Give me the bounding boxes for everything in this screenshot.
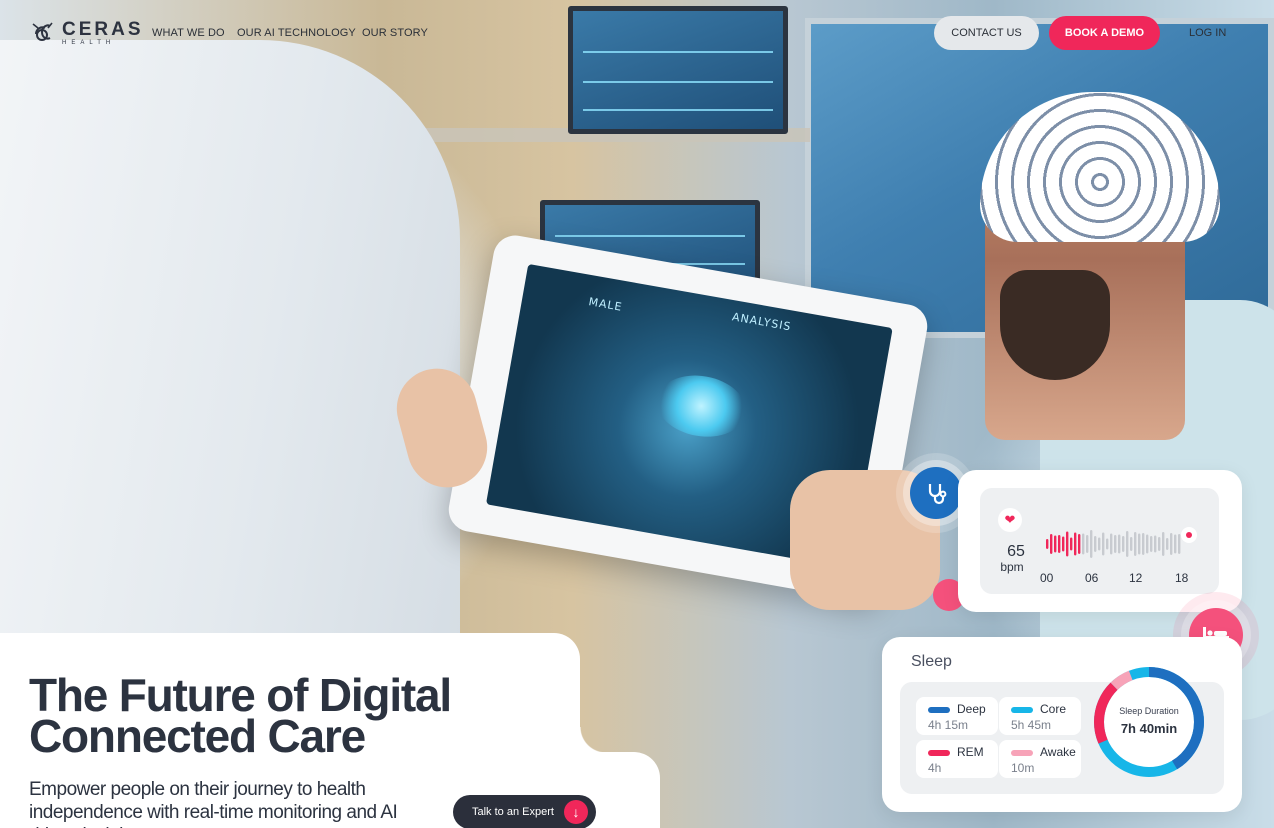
hr-tick-label: 06 xyxy=(1085,571,1099,585)
login-link[interactable]: LOG IN xyxy=(1189,27,1226,39)
current-reading-dot xyxy=(1181,527,1197,543)
book-demo-button[interactable]: BOOK A DEMO xyxy=(1049,16,1160,50)
hr-tick-label: 00 xyxy=(1040,571,1054,585)
sleep-stage-deep: Deep 4h 15m xyxy=(916,697,998,735)
hr-bar xyxy=(1126,531,1129,557)
stage-name: Awake xyxy=(1040,745,1076,759)
heart-rate-value: 65 xyxy=(1007,543,1025,560)
hr-bar xyxy=(1102,532,1105,556)
heart-rate-panel: ❤ 65 bpm 00 06 12 18 xyxy=(980,488,1219,594)
hr-bar xyxy=(1118,534,1121,554)
hr-bar xyxy=(1158,537,1161,551)
patient-beard xyxy=(1000,270,1110,380)
heart-rate-unit: bpm xyxy=(1000,560,1024,574)
brand-sub: HEALTH xyxy=(62,40,116,46)
sleep-duration-label: Sleep Duration xyxy=(1119,706,1179,716)
hr-bar xyxy=(1114,535,1117,553)
stage-swatch xyxy=(1011,750,1033,756)
stage-name: Deep xyxy=(957,702,986,716)
hr-bar xyxy=(1150,536,1153,552)
talk-to-expert-label: Talk to an Expert xyxy=(472,806,554,818)
nav-link-our-story[interactable]: OUR STORY xyxy=(362,27,428,39)
sleep-stage-core: Core 5h 45m xyxy=(999,697,1081,735)
doctor-coat xyxy=(0,40,460,660)
hr-bar xyxy=(1058,535,1061,553)
stage-value: 4h xyxy=(928,761,942,775)
stage-name: Core xyxy=(1040,702,1067,716)
hr-bar xyxy=(1082,533,1085,555)
hr-bar xyxy=(1174,534,1177,554)
top-nav: CERAS HEALTH WHAT WE DO OUR AI TECHNOLOG… xyxy=(0,0,1274,66)
hero-headline: The Future of Digital Connected Care xyxy=(29,672,452,762)
stage-swatch xyxy=(1011,707,1033,713)
hr-bar xyxy=(1066,531,1069,557)
hr-bar xyxy=(1166,538,1169,550)
nav-link-ai-technology[interactable]: OUR AI TECHNOLOGY xyxy=(237,27,356,39)
stage-swatch xyxy=(928,707,950,713)
hr-bar xyxy=(1110,533,1113,555)
hr-bar xyxy=(1162,532,1165,556)
stage-swatch xyxy=(928,750,950,756)
hr-bar xyxy=(1062,536,1065,552)
stage-value: 4h 15m xyxy=(928,718,969,732)
hr-bar xyxy=(1070,537,1073,551)
hr-bar xyxy=(1122,536,1125,552)
heart-rate-bars xyxy=(1046,530,1181,558)
hr-bar xyxy=(1142,533,1145,555)
hr-bar xyxy=(1130,537,1133,551)
tablet-label-analysis: ANALYSIS xyxy=(731,310,793,334)
headline-line: Connected Care xyxy=(29,710,366,762)
stage-value: 5h 45m xyxy=(1011,718,1052,732)
hr-bar xyxy=(1078,534,1081,554)
sleep-title: Sleep xyxy=(911,653,952,670)
hr-tick-label: 12 xyxy=(1129,571,1143,585)
tablet-label-male: MALE xyxy=(587,295,624,314)
hr-bar xyxy=(1086,535,1089,553)
panel-notch xyxy=(580,727,606,753)
hr-bar xyxy=(1106,538,1109,550)
sleep-stage-awake: Awake 10m xyxy=(999,740,1081,778)
hr-tick-label: 18 xyxy=(1175,571,1189,585)
hr-bar xyxy=(1050,534,1053,554)
hr-bar xyxy=(1134,532,1137,556)
talk-to-expert-button[interactable]: Talk to an Expert ↓ xyxy=(453,795,596,828)
stage-value: 10m xyxy=(1011,761,1035,775)
hr-bar xyxy=(1154,535,1157,553)
hr-bar xyxy=(1178,534,1181,554)
bee-logo-icon xyxy=(32,22,53,41)
arrow-down-icon: ↓ xyxy=(564,800,588,824)
nav-link-what-we-do[interactable]: WHAT WE DO xyxy=(152,27,225,39)
hr-bar xyxy=(1138,533,1141,555)
sleep-duration-value: 7h 40min xyxy=(1120,721,1178,736)
hr-bar xyxy=(1098,537,1101,551)
hr-bar xyxy=(1046,539,1049,549)
brain-scan-icon xyxy=(651,368,751,444)
hr-bar xyxy=(1094,536,1097,552)
heart-rate-card: ❤ 65 bpm 00 06 12 18 xyxy=(958,470,1242,612)
brand-name: CERAS xyxy=(62,19,144,40)
hr-bar xyxy=(1170,533,1173,555)
heart-icon: ❤ xyxy=(998,508,1022,532)
hr-bar xyxy=(1090,530,1093,558)
hr-bar xyxy=(1054,535,1057,553)
hr-bar xyxy=(1074,532,1077,556)
brand-logo[interactable]: CERAS HEALTH xyxy=(30,20,144,46)
stage-name: REM xyxy=(957,745,984,759)
sleep-stage-rem: REM 4h xyxy=(916,740,998,778)
contact-us-button[interactable]: CONTACT US xyxy=(934,16,1039,50)
stethoscope-icon xyxy=(910,467,962,519)
hero-subtext: Empower people on their journey to healt… xyxy=(29,779,398,828)
hr-bar xyxy=(1146,534,1149,554)
